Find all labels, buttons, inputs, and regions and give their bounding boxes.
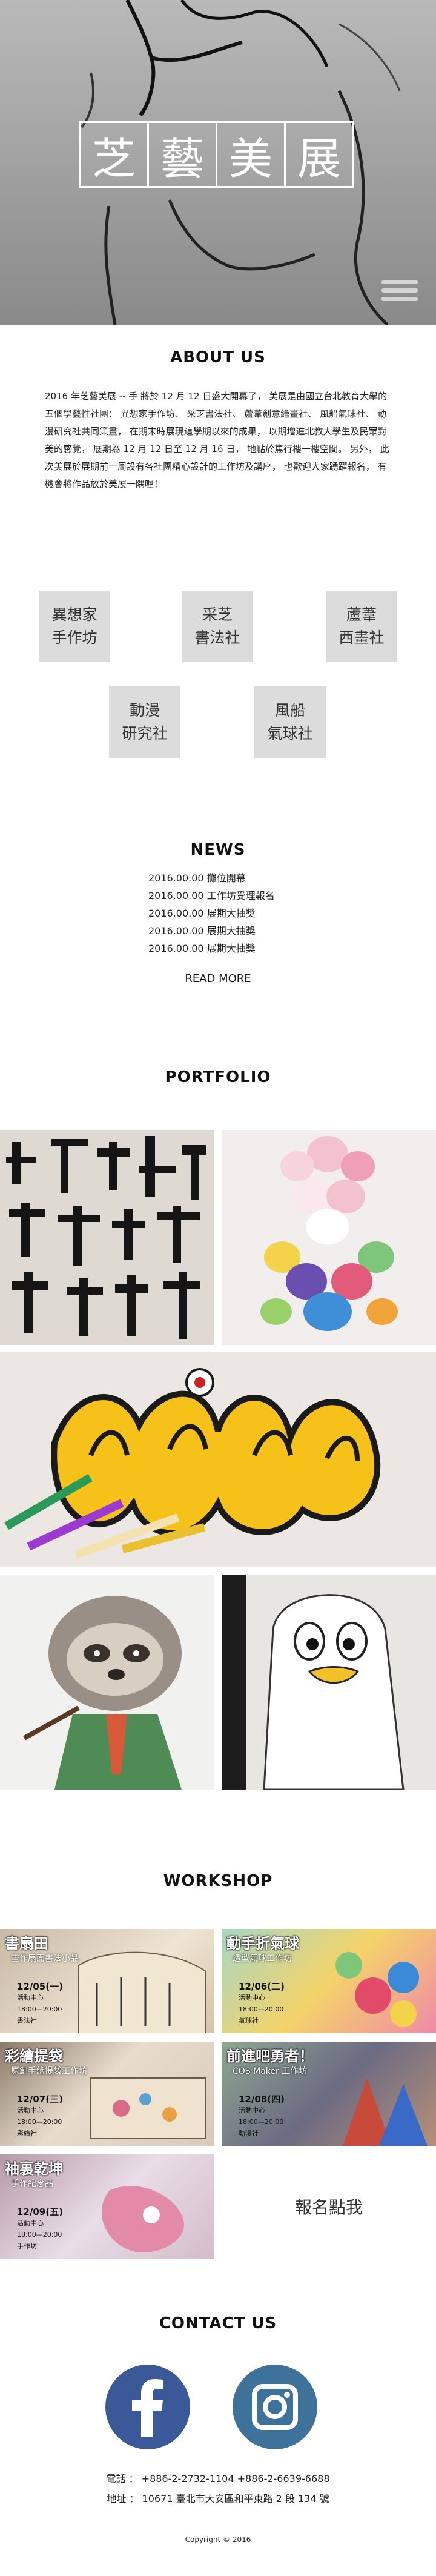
workshop-card-calligraphy-fan[interactable]: 書扇田 畫作扇面書法小品 12/05(一) 活動中心 18:00—20:00 書…	[0, 1929, 214, 2033]
news-item[interactable]: 2016.00.00 工作坊受理報名	[148, 887, 306, 905]
contact-phone: 電話 ： +886-2-2732-1104 +886-2-6639-6688	[106, 2473, 330, 2485]
workshop-title: 動手折氣球	[226, 1935, 299, 1952]
workshop-club: 書法社	[17, 2017, 37, 2025]
club-button-handcraft[interactable]: 異想家 手作坊	[39, 591, 110, 662]
about-heading: ABOUT US	[170, 348, 266, 367]
logo-char: 美	[217, 123, 286, 186]
workshop-date: 12/09(五)	[17, 2206, 63, 2217]
news-item[interactable]: 2016.00.00 展期大抽獎	[148, 922, 306, 940]
workshop-subtitle: 造型氣球工作坊	[233, 1954, 292, 1964]
workshop-heading: WORKSHOP	[163, 1872, 273, 1890]
contact-address: 地址 ： 10671 臺北市大安區和平東路 2 段 134 號	[107, 2493, 329, 2505]
club-button-anime[interactable]: 動漫 研究社	[109, 686, 180, 758]
workshop-club: 氣球社	[239, 2017, 259, 2025]
workshop-place: 活動中心	[239, 2106, 265, 2114]
workshop-time: 18:00—20:00	[17, 2231, 62, 2239]
logo-char: 芝	[81, 123, 149, 186]
workshop-title: 書扇田	[5, 1935, 48, 1952]
workshop-info: 活動中心 18:00—20:00 書法社	[17, 1992, 62, 2027]
club-label: 手作坊	[51, 629, 97, 646]
club-label: 采芝	[202, 606, 233, 623]
workshop-place: 活動中心	[17, 2106, 44, 2114]
workshop-info: 活動中心 18:00—20:00 氣球社	[239, 1992, 283, 2027]
workshop-title: 袖裏乾坤	[5, 2160, 63, 2177]
club-button-calligraphy[interactable]: 采芝 書法社	[182, 591, 253, 662]
workshop-date: 12/05(一)	[17, 1981, 63, 1992]
workshop-club: 手作坊	[17, 2242, 37, 2250]
site-logo-title: 芝 藝 美 展	[79, 121, 354, 188]
portfolio-graffiti-art[interactable]	[0, 1352, 436, 1567]
workshop-info: 活動中心 18:00—20:00 動漫社	[239, 2105, 283, 2139]
club-label: 動漫	[129, 702, 160, 719]
club-label: 異想家	[51, 606, 97, 623]
logo-char: 藝	[149, 123, 217, 186]
workshop-subtitle: 原創手繪提袋工作坊	[11, 2066, 87, 2076]
workshop-time: 18:00—20:00	[239, 2005, 284, 2013]
portfolio-calligraphy[interactable]	[0, 1130, 214, 1345]
workshop-place: 活動中心	[17, 2219, 44, 2227]
workshop-place: 活動中心	[17, 1994, 44, 2002]
copyright: Copyright © 2016	[185, 2535, 251, 2544]
club-label: 氣球社	[267, 725, 313, 742]
workshop-title: 前進吧勇者！	[226, 2048, 314, 2065]
portfolio-sloth-painting[interactable]	[0, 1575, 214, 1790]
workshop-subtitle: 畫作扇面書法小品	[11, 1954, 79, 1964]
club-label: 書法社	[194, 629, 240, 646]
portfolio-balloon-sculpture[interactable]	[222, 1130, 436, 1345]
news-item[interactable]: 2016.00.00 展期大抽獎	[148, 905, 306, 922]
news-item[interactable]: 2016.00.00 攤位開幕	[148, 869, 306, 887]
workshop-time: 18:00—20:00	[17, 2005, 62, 2013]
club-button-painting[interactable]: 蘆葦 西畫社	[326, 591, 397, 662]
workshop-info: 活動中心 18:00—20:00 彩繪社	[17, 2105, 62, 2139]
club-button-balloon[interactable]: 風船 氣球社	[254, 686, 326, 758]
workshop-date: 12/06(二)	[239, 1981, 285, 1992]
news-list: 2016.00.00 攤位開幕 2016.00.00 工作坊受理報名 2016.…	[148, 869, 306, 957]
workshop-time: 18:00—20:00	[17, 2118, 62, 2126]
workshop-info: 活動中心 18:00—20:00 手作坊	[17, 2217, 62, 2252]
news-heading: NEWS	[190, 841, 246, 859]
workshop-card-tote-bag[interactable]: 彩繪提袋 原創手繪提袋工作坊 12/07(三) 活動中心 18:00—20:00…	[0, 2042, 214, 2146]
workshop-card-handmade[interactable]: 袖裏乾坤 手作紀念品 12/09(五) 活動中心 18:00—20:00 手作坊	[0, 2154, 214, 2259]
workshop-signup-button[interactable]: 報名點我	[222, 2154, 436, 2259]
club-label: 蘆葦	[346, 606, 377, 623]
hero-banner: 芝 藝 美 展	[0, 0, 436, 325]
workshop-subtitle: 手作紀念品	[11, 2179, 53, 2189]
workshop-title: 彩繪提袋	[5, 2048, 63, 2065]
club-label: 研究社	[122, 725, 168, 742]
contact-heading: CONTACT US	[159, 2314, 277, 2332]
workshop-date: 12/07(三)	[17, 2094, 63, 2105]
portfolio-heading: PORTFOLIO	[165, 1068, 271, 1086]
hamburger-menu-icon[interactable]	[382, 280, 418, 309]
workshop-subtitle: COS Maker 工作坊	[233, 2066, 308, 2076]
portfolio-penguin-cartoon[interactable]	[222, 1575, 436, 1790]
facebook-icon[interactable]	[105, 2365, 190, 2449]
workshop-club: 彩繪社	[17, 2130, 37, 2137]
workshop-date: 12/08(四)	[239, 2094, 285, 2105]
club-label: 西畫社	[339, 629, 385, 646]
workshop-card-cos-maker[interactable]: 前進吧勇者！ COS Maker 工作坊 12/08(四) 活動中心 18:00…	[222, 2042, 436, 2146]
logo-char: 展	[297, 133, 341, 184]
read-more-link[interactable]: READ MORE	[0, 972, 436, 985]
about-text: 2016 年芝藝美展 -- 手 將於 12 月 12 日盛大開幕了， 美展是由國…	[45, 391, 389, 490]
workshop-place: 活動中心	[239, 1994, 265, 2002]
workshop-card-balloon[interactable]: 動手折氣球 造型氣球工作坊 12/06(二) 活動中心 18:00—20:00 …	[222, 1929, 436, 2033]
club-label: 風船	[274, 702, 305, 719]
news-item[interactable]: 2016.00.00 展期大抽獎	[148, 940, 306, 957]
instagram-icon[interactable]	[233, 2365, 317, 2449]
workshop-time: 18:00—20:00	[239, 2118, 284, 2126]
workshop-club: 動漫社	[239, 2130, 259, 2137]
